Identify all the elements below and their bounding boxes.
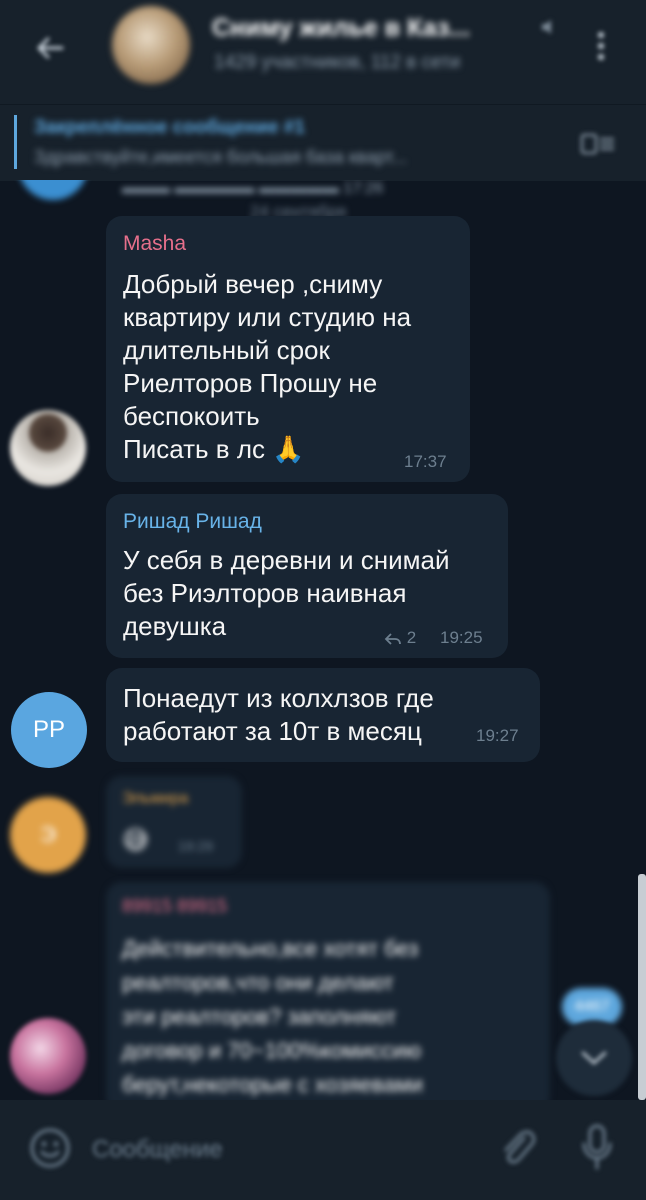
avatar[interactable]	[10, 1018, 86, 1094]
message-bubble[interactable]: Ришад Ришад У себя в деревни и снимай бе…	[106, 494, 508, 658]
group-avatar[interactable]	[112, 6, 190, 84]
dot-icon	[598, 43, 604, 49]
pinned-title: Закреплённое сообщение #1	[34, 117, 305, 138]
emoji-icon[interactable]	[28, 1126, 72, 1170]
scroll-to-bottom-button[interactable]	[556, 1020, 632, 1096]
message-time: 19:29	[178, 838, 214, 854]
message-bubble[interactable]: Эльмира 😅 19:29	[106, 776, 242, 868]
message-bubble[interactable]: Понаедут из колхлзов где работают за 10т…	[106, 668, 540, 762]
message-text: 😅	[122, 825, 150, 855]
avatar[interactable]: Э	[10, 797, 86, 873]
scrollbar[interactable]	[638, 874, 646, 1100]
message-bubble[interactable]: Masha Добрый вечер ,сниму квартиру или с…	[106, 216, 470, 482]
message-list[interactable]: ▬▬▬ ▬▬▬▬▬ ▬▬▬▬▬ 17:26 24 сентября Masha …	[0, 180, 646, 1100]
mute-icon	[542, 20, 551, 34]
message-time: 17:37	[404, 452, 447, 471]
reply-count[interactable]: 2	[384, 628, 416, 648]
pinned-message-bar[interactable]: Закреплённое сообщение #1 Здравствуйте,и…	[0, 104, 646, 181]
paperclip-icon[interactable]	[496, 1124, 536, 1172]
message-text: Понаедут из колхлзов где работают за 10т…	[123, 683, 434, 746]
group-title[interactable]: Сниму жилье в Каз...	[212, 14, 470, 43]
back-button[interactable]	[26, 28, 74, 68]
pinned-list-icon[interactable]	[580, 131, 616, 157]
dot-icon	[598, 32, 604, 38]
avatar[interactable]	[10, 410, 86, 486]
message-time: 19:27	[476, 726, 519, 745]
arrow-left-icon	[37, 37, 64, 59]
avatar[interactable]: PP	[11, 692, 87, 768]
group-members-status: 1429 участников, 112 в сети	[214, 52, 461, 73]
message-input[interactable]: Сообщение	[92, 1136, 223, 1164]
sender-name[interactable]: Эльмира	[122, 790, 188, 808]
message-bubble[interactable]: 89915 89915 Действительно,все хотят без …	[106, 882, 550, 1100]
avatar[interactable]	[18, 180, 88, 200]
reply-count-value: 2	[406, 628, 417, 647]
previous-message-fragment: ▬▬▬ ▬▬▬▬▬ ▬▬▬▬▬ 17:26	[122, 180, 384, 197]
pinned-indicator	[14, 115, 17, 169]
message-time: 19:25	[440, 628, 483, 647]
sender-name[interactable]: Masha	[123, 232, 186, 256]
microphone-icon[interactable]	[580, 1122, 614, 1172]
more-options-button[interactable]	[586, 22, 616, 70]
message-composer: Сообщение	[0, 1100, 646, 1200]
dot-icon	[598, 54, 604, 60]
chevron-down-icon	[581, 1051, 607, 1065]
pinned-text: Здравствуйте,имеется большая база кварт.…	[34, 147, 408, 167]
sender-name[interactable]: Ришад Ришад	[123, 510, 262, 534]
message-text: Действительно,все хотят без реалторов,чт…	[122, 936, 423, 1097]
chat-header: Сниму жилье в Каз... 1429 участников, 11…	[0, 0, 646, 104]
message-text: Добрый вечер ,сниму квартиру или студию …	[123, 269, 412, 464]
sender-name[interactable]: 89915 89915	[122, 896, 227, 917]
reply-arrow-icon	[384, 632, 401, 645]
